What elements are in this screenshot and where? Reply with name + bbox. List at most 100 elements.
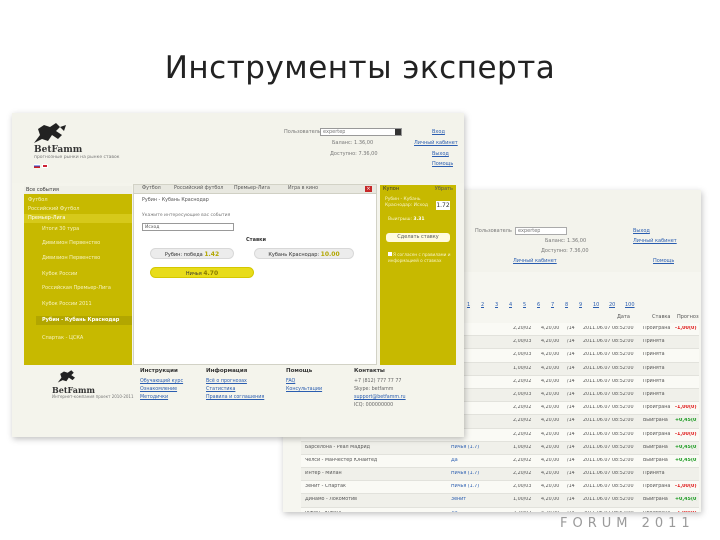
sidebar-item[interactable]: Кубок России 2011 (36, 300, 132, 309)
amount-cell: 2,20/02 (513, 418, 532, 424)
date-cell: 2011.06.07 08:52:00 (583, 457, 634, 463)
col-date[interactable]: Дата (617, 314, 630, 320)
footer: BetFamm Интернет-компания проект 2010-20… (24, 365, 464, 437)
cabinet-link[interactable]: Личный кабинет (414, 140, 458, 147)
tab-premier-league[interactable]: Премьер-Лига (234, 186, 270, 191)
help-link[interactable]: Помощь (432, 161, 453, 168)
status-cell: Проиграна (643, 405, 671, 411)
bet-cell[interactable]: Ничья (1.7) (451, 471, 511, 476)
back-help-link[interactable]: Помощь (653, 258, 674, 265)
slide-title: Инструменты эксперта (164, 50, 556, 86)
agree-checkbox[interactable]: Я согласен с правилами и информацией о с… (388, 252, 452, 263)
sidebar-item[interactable]: Премьер-Лига (24, 214, 132, 223)
sidebar-item[interactable]: Дивизион Первенство (36, 239, 132, 248)
place-bet-button[interactable]: Сделать ставку (386, 233, 450, 242)
footer-link[interactable]: Консультации (286, 386, 322, 394)
bet-cell[interactable]: Да (451, 511, 511, 512)
col-forecast[interactable]: Прогноз (677, 314, 699, 320)
footer-skype: Skype: betfamm (354, 387, 394, 392)
footer-link[interactable]: FAQ (286, 378, 322, 386)
odds-cell: /14 (567, 365, 575, 371)
brand-logo[interactable]: BetFamm (34, 145, 82, 155)
footer-link[interactable]: Обучающий курс (140, 378, 183, 386)
back-login-field[interactable]: expertep (515, 227, 567, 235)
bet-slip-selection: Рубин - Кубань Краснодар: Исход (385, 197, 429, 208)
bet-slip-odds[interactable]: 1.72 (436, 201, 450, 210)
event-cell: Динамо - Локомотив (305, 497, 357, 503)
sidebar-item[interactable]: Дивизион Первенство (36, 254, 132, 263)
pager-page[interactable]: 9 (579, 302, 582, 309)
back-exit-link[interactable]: Выход (633, 228, 650, 235)
tab-movie-game[interactable]: Игра в кино (288, 186, 318, 191)
sidebar-item[interactable]: Кубок России (36, 270, 132, 279)
status-cell: Проиграна (643, 511, 673, 512)
available-text: Доступно: 7.36,00 (330, 151, 378, 157)
table-row: Динамо - Локомотив Зенит 1,00/02 4,20,00/14… (301, 494, 699, 508)
bet-slip-clear-link[interactable]: Убрать (435, 185, 453, 193)
sidebar-item[interactable]: Рубин - Кубань Краснодар (36, 316, 132, 325)
tab-russian-football[interactable]: Российский футбол (174, 186, 223, 191)
sidebar-all-events[interactable]: Все события (24, 186, 132, 194)
pager-page[interactable]: 1 (467, 302, 470, 309)
event-cell: Барселона - Реал Мадрид (305, 444, 370, 450)
sidebar-item[interactable]: Российская Премьер-Лига (36, 284, 132, 293)
tab-football[interactable]: Футбол (142, 186, 161, 191)
logout-link[interactable]: Выход (432, 151, 449, 158)
result-cell: -1,00(0) (675, 326, 697, 331)
login-link[interactable]: Вход (432, 129, 445, 136)
login-field[interactable]: expertep (320, 128, 402, 136)
table-row: Барселона - Реал Мадрид Ничья (1.7) 1,00/0… (301, 441, 699, 455)
sidebar-item[interactable]: Футбол (24, 196, 132, 205)
amount-cell: 4,20,00 (541, 339, 560, 345)
footer-link[interactable]: Методички (140, 394, 183, 402)
status-cell: Принята (643, 365, 665, 371)
bet-cell[interactable]: Ничья (1.7) (451, 445, 511, 450)
footer-email-link[interactable]: support@betfamm.ru (354, 394, 406, 402)
date-cell: 2011.06.07 08:52:00 (583, 365, 634, 371)
pager-page[interactable]: 4 (509, 302, 512, 309)
bet-cell[interactable]: Да (451, 458, 511, 463)
pager-page[interactable]: 5 (523, 302, 526, 309)
footer-link[interactable]: Всё о прогнозах (206, 378, 264, 386)
presentation-slide: Инструменты эксперта Пользователь expert… (0, 0, 720, 540)
ru-flag-icon[interactable] (34, 164, 40, 168)
sidebar-item[interactable]: Спартак - ЦСКА (36, 334, 132, 343)
pager-page[interactable]: 2 (481, 302, 484, 309)
bet-cell[interactable]: Зенит (451, 497, 511, 502)
bet-cell[interactable]: Ничья (1.7) (451, 484, 511, 489)
status-cell: Выиграна (643, 444, 668, 450)
footer-link[interactable]: Статистика (206, 386, 264, 394)
bet-slip-header: Купон Убрать (383, 185, 453, 193)
back-cabinet-link[interactable]: Личный кабинет (633, 238, 677, 245)
result-cell: -1,00(0) (675, 484, 697, 490)
odds-cell: /14 (567, 431, 575, 437)
chevron-down-icon (395, 129, 401, 135)
footer-link[interactable]: Правила и соглашения (206, 394, 264, 402)
footer-phone: +7 (812) 777 77 77 (354, 379, 402, 384)
close-icon[interactable]: × (365, 186, 372, 192)
checkbox-icon[interactable] (388, 252, 392, 256)
tab-bar: Футбол Российский футбол Премьер-Лига Иг… (134, 185, 376, 194)
pager-page[interactable]: 3 (495, 302, 498, 309)
pager-page[interactable]: 20 (609, 302, 615, 309)
pager-page[interactable]: 8 (565, 302, 568, 309)
footer-col-instructions: Инструкции Обучающий курс Ознакомление М… (140, 368, 184, 402)
betting-page-screenshot: BetFamm прогнозные рынки на рынке ставок… (12, 113, 464, 437)
amount-cell: 4,20,00 (541, 471, 560, 477)
bet-rubin-win-button[interactable]: Рубин: победа 1.42 (150, 248, 234, 259)
uk-flag-icon[interactable] (42, 164, 48, 168)
col-bet[interactable]: Ставка (652, 314, 671, 320)
pager-page[interactable]: 10 (593, 302, 599, 309)
amount-cell: 4,20,00 (541, 405, 560, 411)
pager-page[interactable]: 7 (551, 302, 554, 309)
bet-kuban-win-button[interactable]: Кубань Краснодар: 10.00 (254, 248, 354, 259)
sidebar-item[interactable]: Итоги 30 тура (36, 225, 132, 234)
market-select[interactable]: Исход (142, 223, 234, 231)
odds-cell: /14 (567, 326, 575, 331)
pager-page[interactable]: 6 (537, 302, 540, 309)
back-account-link[interactable]: Личный кабинет (513, 258, 557, 265)
pager-page[interactable]: 100 (625, 302, 635, 309)
bet-draw-button[interactable]: Ничья 4.70 (150, 267, 254, 278)
footer-link[interactable]: Ознакомление (140, 386, 183, 394)
sidebar-item[interactable]: Российский Футбол (24, 205, 132, 214)
